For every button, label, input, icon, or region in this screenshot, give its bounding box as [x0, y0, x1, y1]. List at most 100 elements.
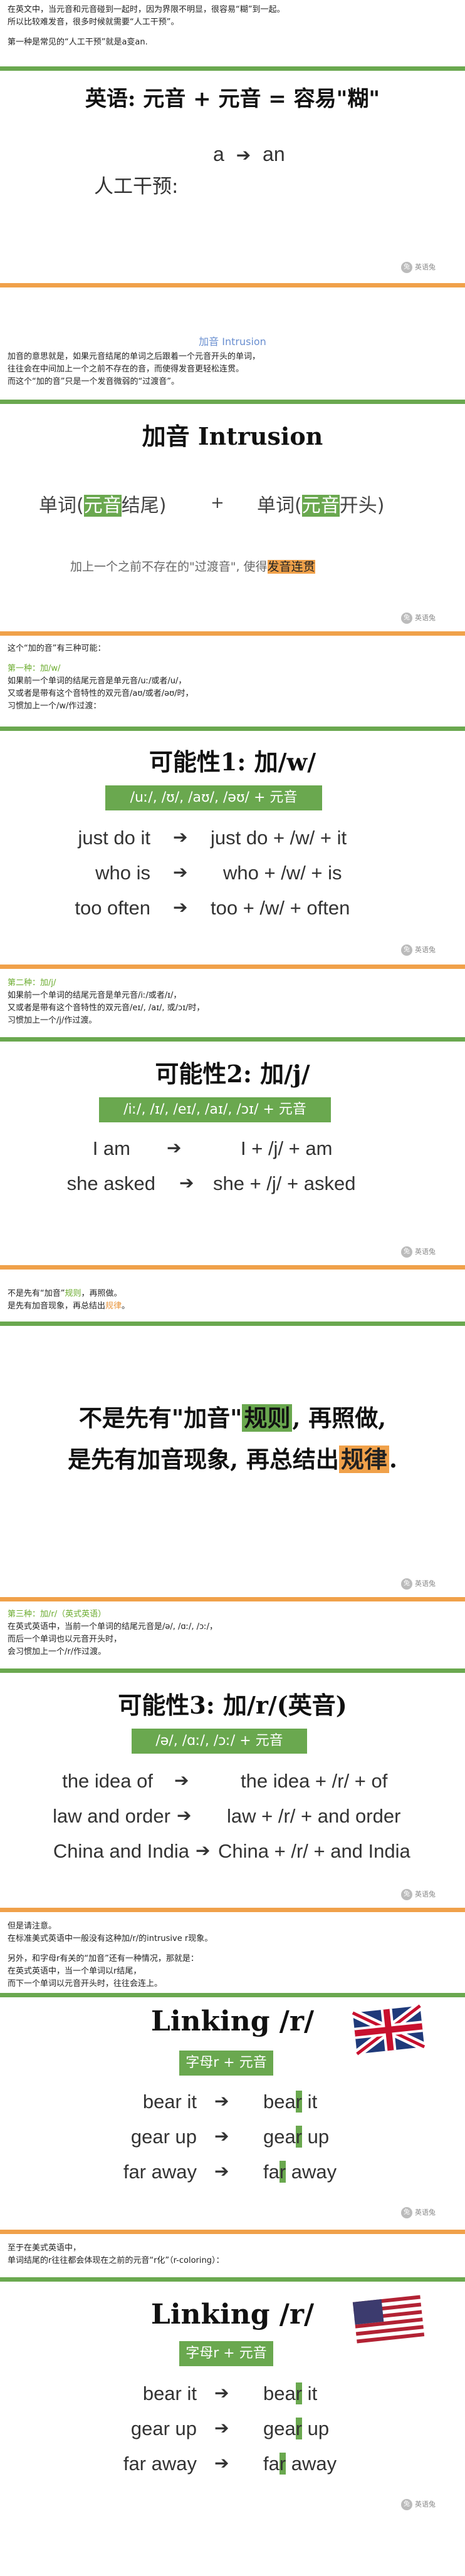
us-text: 至于在美式英语中， 单词结尾的r往往都会体现在之前的元音“r化”（r-color…: [8, 2242, 459, 2267]
slide8-condition-box: 字母r + 元音: [179, 2341, 273, 2366]
arrow-icon: ➔: [173, 862, 188, 882]
arrow-icon: ➔: [214, 2383, 229, 2403]
kind2-line-3: 习惯加上一个/j/作过渡。: [8, 1016, 97, 1025]
slide1-logo: 兔英语兔: [401, 262, 436, 273]
slide5-top-bar: [0, 1322, 465, 1326]
slide4-bottom-bar: [0, 1265, 465, 1270]
slide5-line-1: 不是先有"加音"规则, 再照做,: [78, 1404, 387, 1432]
us-flag-icon: [352, 2295, 425, 2344]
slide3-logo: 兔英语兔: [401, 944, 436, 956]
rule-line-2: 是先有加音现象，再总结出规律。: [8, 1301, 130, 1311]
note-line-1: 但是请注意。: [8, 1922, 57, 1931]
note-line-4: 在英式英语中，当一个单词以r结尾，: [8, 1967, 142, 1976]
kind3-line-1: 在英式英语中，当前一个单词的结尾元音是/ə/, /ɑː/, /ɔː/，: [8, 1622, 217, 1632]
vowel-highlight: 元音: [83, 495, 122, 517]
slide3-bottom-bar: [0, 965, 465, 969]
kind3-heading: 第三种：加/r/（英式英语）: [8, 1610, 107, 1619]
an-word: an: [263, 143, 285, 165]
slide4-condition-box: /iː/, /ɪ/, /eɪ/, /aɪ/, /ɔɪ/ + 元音: [99, 1097, 331, 1122]
kind1-line-2: 又或者是带有这个音特性的双元音/aʊ/或者/əʊ/时，: [8, 689, 194, 698]
intro-text: 在英文中，当元音和元音碰到一起时，因为界限不明显，很容易“糊”到一起。 所以比较…: [8, 4, 459, 49]
arrow-icon: ➔: [214, 2453, 229, 2473]
slide7-bottom-bar: [0, 2230, 465, 2234]
slide4-logo: 兔英语兔: [401, 1246, 436, 1258]
slide4-title: 可能性2: 加/j/: [155, 1060, 310, 1088]
three-kinds-text: 这个“加的音”有三种可能： 第一种：加/w/ 如果前一个单词的结尾元音是单元音/…: [8, 643, 459, 713]
slide5-line-2: 是先有加音现象, 再总结出规律.: [68, 1446, 397, 1473]
rule-line-1: 不是先有“加音”规则，再照做。: [8, 1289, 122, 1298]
slide8-logo: 兔英语兔: [401, 2499, 436, 2510]
note-text: 但是请注意。 在标准美式英语中一般没有这种加/r/的intrusive r现象。…: [8, 1920, 459, 1990]
intrusion-line-2: 往往会在中间加上一个之前不存在的音，而使得发音更轻松连贯。: [8, 365, 244, 374]
rabbit-logo-icon: 兔: [401, 1889, 412, 1900]
slide7-top-bar: [0, 1993, 465, 1997]
slide3-top-bar: [0, 727, 465, 731]
arrow-icon: ➔: [236, 145, 251, 165]
rabbit-logo-icon: 兔: [401, 1246, 412, 1258]
intro-line-2: 所以比较难发音，很多时候就需要“人工干预”。: [8, 18, 179, 27]
kind1-heading: 第一种：加/w/: [8, 664, 61, 673]
slide2-bottom-bar: [0, 631, 465, 636]
intrusion-text: 加音的意思就是，如果元音结尾的单词之后跟着一个元音开头的单词， 往往会在中间加上…: [8, 351, 459, 388]
arrow-icon: ➔: [179, 1173, 194, 1192]
slide5-bottom-bar: [0, 1597, 465, 1601]
intrusion-heading: 加音 Intrusion: [199, 336, 266, 348]
note-line-3: 另外，和字母r有关的“加音”还有一种情况，那就是：: [8, 1954, 199, 1963]
slide6-condition-box: /ə/, /ɑː/, /ɔː/ + 元音: [132, 1729, 307, 1754]
arrow-icon: ➔: [214, 2418, 229, 2438]
rabbit-logo-icon: 兔: [401, 2207, 412, 2218]
arrow-icon: ➔: [214, 2126, 229, 2146]
kind2-heading: 第二种：加/j/: [8, 978, 56, 988]
kind2-text: 第二种：加/j/ 如果前一个单词的结尾元音是单元音/iː/或者/ɪ/， 又或者是…: [8, 977, 459, 1027]
transition-note: 加上一个之前不存在的"过渡音", 使得发音连贯: [70, 560, 315, 574]
slide1-title: 英语: 元音 + 元音 = 容易"糊": [85, 86, 380, 111]
rabbit-logo-icon: 兔: [401, 944, 412, 956]
intrusion-line-1: 加音的意思就是，如果元音结尾的单词之后跟着一个元音开头的单词，: [8, 352, 261, 361]
arrow-icon: ➔: [177, 1806, 192, 1825]
slide6-logo: 兔英语兔: [401, 1889, 436, 1900]
kind3-line-3: 会习惯加上一个/r/作过渡。: [8, 1647, 107, 1657]
slide6-top-bar: [0, 1668, 465, 1673]
arrow-icon: ➔: [173, 827, 188, 847]
rabbit-logo-icon: 兔: [401, 1578, 412, 1590]
rabbit-logo-icon: 兔: [401, 613, 412, 624]
rule-highlight: 规则: [242, 1404, 293, 1432]
us-line-1: 至于在美式英语中，: [8, 2243, 81, 2253]
slide1-top-bar: [0, 66, 465, 71]
word-vowel-end: 单词(元音结尾): [39, 495, 167, 517]
slide8-top-bar: [0, 2277, 465, 2282]
slide4-top-bar: [0, 1037, 465, 1042]
arrow-icon: ➔: [214, 2161, 229, 2181]
note-line-5: 而下一个单词以元音开头时，往往会连上。: [8, 1979, 163, 1989]
slide3-condition-box: /uː/, /ʊ/, /aʊ/, /əʊ/ + 元音: [105, 785, 322, 810]
rabbit-logo-icon: 兔: [401, 262, 412, 273]
slide5-logo: 兔英语兔: [401, 1578, 436, 1590]
slide6-title: 可能性3: 加/r/(英音): [118, 1691, 347, 1719]
slide2-top-bar: [0, 400, 465, 404]
intro-line-1: 在英文中，当元音和元音碰到一起时，因为界限不明显，很容易“糊”到一起。: [8, 5, 285, 14]
arrow-icon: ➔: [196, 1841, 211, 1860]
intrusion-line-3: 而这个“加的音”只是一个发音微弱的“过渡音”。: [8, 377, 179, 386]
note-line-2: 在标准美式英语中一般没有这种加/r/的intrusive r现象。: [8, 1934, 213, 1943]
pattern-highlight: 规律: [338, 1446, 389, 1473]
kind1-line-1: 如果前一个单词的结尾元音是单元音/uː/或者/u/，: [8, 676, 187, 686]
manual-intervention-label: 人工干预:: [94, 175, 179, 198]
kind2-line-2: 又或者是带有这个音特性的双元音/eɪ/, /aɪ/, 或/ɔɪ/时，: [8, 1003, 205, 1013]
us-line-2: 单词结尾的r往往都会体现在之前的元音“r化”（r-coloring）：: [8, 2256, 224, 2265]
rule-text: 不是先有“加音”规则，再照做。 是先有加音现象，再总结出规律。: [8, 1288, 459, 1313]
word-vowel-start: 单词(元音开头): [257, 495, 385, 517]
kind3-text: 第三种：加/r/（英式英语） 在英式英语中，当前一个单词的结尾元音是/ə/, /…: [8, 1608, 459, 1658]
three-kinds-line: 这个“加的音”有三种可能：: [8, 644, 106, 653]
slide6-bottom-bar: [0, 1908, 465, 1912]
plus-sign: +: [211, 494, 224, 512]
kind2-line-1: 如果前一个单词的结尾元音是单元音/iː/或者/ɪ/，: [8, 991, 182, 1000]
arrow-icon: ➔: [173, 897, 188, 917]
slide3-title: 可能性1: 加/w/: [149, 748, 316, 776]
a-word: a: [213, 143, 224, 165]
slide1-bottom-bar: [0, 283, 465, 287]
arrow-icon: ➔: [167, 1138, 182, 1157]
slide7-logo: 兔英语兔: [401, 2207, 436, 2218]
arrow-icon: ➔: [174, 1771, 189, 1790]
vowel-highlight: 元音: [301, 495, 340, 517]
slide2-title: 加音 Intrusion: [142, 422, 323, 450]
